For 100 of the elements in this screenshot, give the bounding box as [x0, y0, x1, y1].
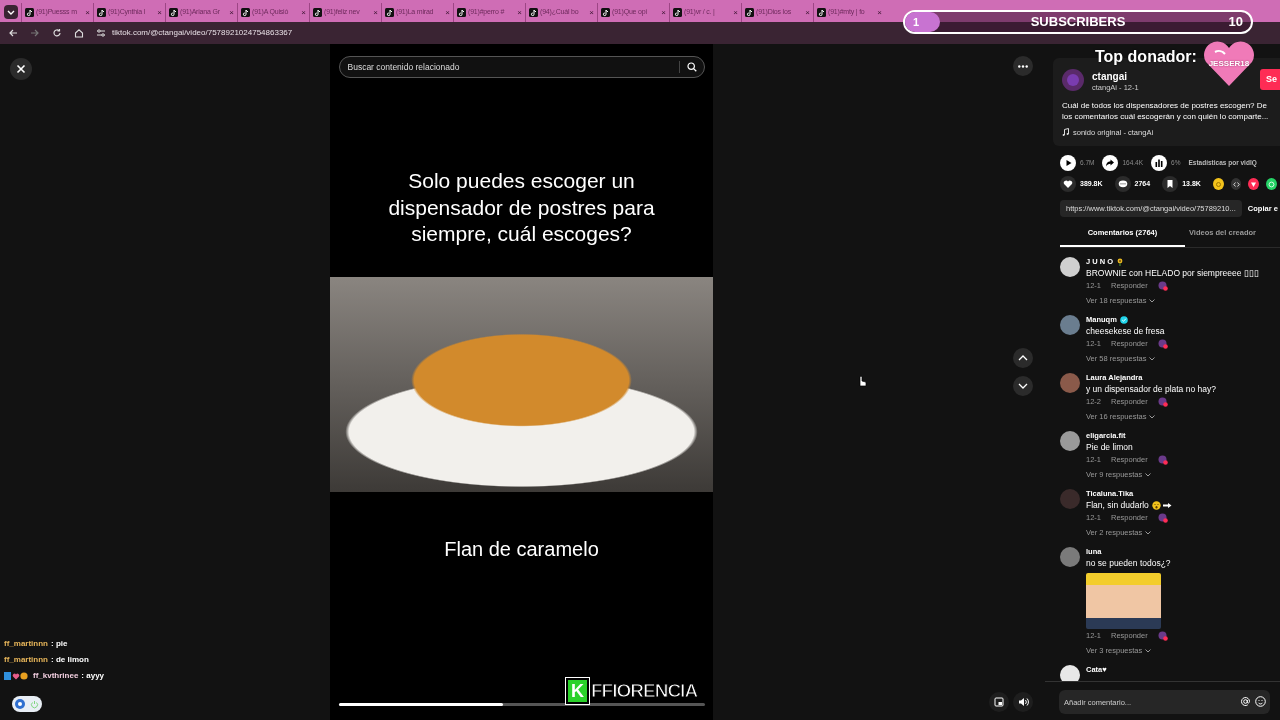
chevron-down-icon[interactable]: [7, 8, 15, 16]
heart-icon: [1063, 179, 1073, 190]
music-note-logo-icon: [97, 8, 106, 17]
share-target-button[interactable]: [1230, 178, 1242, 191]
donor-label: Top donador:: [1095, 47, 1197, 67]
badge-icon: [15, 699, 25, 709]
music-note-logo-icon: [529, 8, 538, 17]
close-tab-button[interactable]: ×: [517, 8, 522, 17]
chevron-down-icon: [1145, 530, 1152, 535]
search-icon[interactable]: [686, 62, 697, 72]
comment-button[interactable]: [1114, 176, 1131, 193]
more-icon: [1018, 64, 1028, 68]
avatar: [1060, 430, 1080, 451]
close-tab-button[interactable]: ×: [661, 8, 666, 17]
creator-like-icon: [1157, 631, 1168, 642]
close-tab-button[interactable]: ×: [589, 8, 594, 17]
donor-name: JESSER18: [1208, 58, 1250, 70]
music-note-logo-icon: [817, 8, 826, 17]
picture-in-picture-icon: [994, 697, 1004, 707]
phone-chat-icon: [1268, 180, 1276, 188]
close-icon: [16, 64, 26, 74]
description-line: los comentarios cuál escogerán y con quién lo comparte...: [1062, 112, 1270, 123]
comment-text: cheesekese de fresa: [1086, 324, 1165, 338]
close-tab-button[interactable]: ×: [373, 8, 378, 17]
music-note-logo-icon: [241, 8, 250, 17]
music-note-logo-icon: [601, 8, 610, 17]
share-button[interactable]: [1102, 155, 1119, 172]
like-button[interactable]: [1060, 176, 1076, 193]
creator-like-icon: [1157, 513, 1168, 524]
music-note-logo-icon: [25, 8, 34, 17]
close-tab-button[interactable]: ×: [805, 8, 810, 17]
chevron-down-icon: [1149, 356, 1156, 361]
extension-pill[interactable]: [12, 696, 42, 712]
address-text[interactable]: tiktok.com/@ctangai/video/7578921024754863367: [112, 27, 293, 39]
close-tab-button[interactable]: ×: [85, 8, 90, 17]
chevron-down-icon: [1145, 648, 1152, 653]
creator-like-icon: [1157, 397, 1168, 408]
bar-chart-icon: [1154, 158, 1165, 169]
comment-text: Flan, sin dudarlo: [1086, 498, 1149, 512]
goal-target: 10: [1228, 13, 1243, 32]
share-target-button[interactable]: [1248, 178, 1260, 191]
goal-label: SUBSCRIBERS: [1030, 13, 1126, 32]
volume-button[interactable]: [1013, 692, 1033, 712]
close-button[interactable]: [10, 58, 32, 80]
next-video-button[interactable]: [1013, 376, 1033, 396]
code-icon: [1232, 180, 1240, 188]
search-field[interactable]: Buscar contenido relacionado: [338, 56, 705, 78]
avatar: [1062, 68, 1084, 91]
avatar: [1060, 314, 1080, 335]
picture-in-picture-button[interactable]: [989, 692, 1009, 712]
emoji-icon[interactable]: [1255, 696, 1266, 707]
close-tab-button[interactable]: ×: [301, 8, 306, 17]
speech-bubble-icon: [1117, 179, 1128, 190]
play-button[interactable]: [1060, 155, 1076, 172]
music-note-logo-icon: [457, 8, 466, 17]
chat-username: ff_kvthrinee: [33, 670, 79, 682]
more-button[interactable]: [1013, 56, 1033, 76]
comment-text: no se pueden todos¿?: [1086, 556, 1171, 570]
close-tab-button[interactable]: ×: [157, 8, 162, 17]
goal-current: 1: [913, 14, 920, 30]
progress-track[interactable]: [338, 703, 705, 706]
close-tab-button[interactable]: ×: [445, 8, 450, 17]
close-tab-button[interactable]: ×: [877, 8, 882, 17]
chevron-down-icon: [1018, 383, 1028, 389]
chat-username: ff_martinnn: [4, 638, 48, 650]
statistics-button[interactable]: [1151, 155, 1168, 172]
avatar: [1060, 256, 1080, 277]
home-icon[interactable]: [74, 28, 84, 38]
video-caption: Flan de caramelo: [444, 537, 599, 562]
share-target-button[interactable]: [1212, 178, 1224, 191]
music-note-logo-icon: [745, 8, 754, 17]
avatar: [1060, 664, 1080, 681]
reload-icon[interactable]: [52, 28, 62, 38]
share-target-button[interactable]: [1266, 178, 1277, 191]
close-tab-button[interactable]: ×: [733, 8, 738, 17]
logo-text: FFIORENCIA: [591, 679, 698, 703]
creator-like-icon: [1157, 455, 1168, 466]
previous-video-button[interactable]: [1013, 348, 1033, 368]
bookmark-button[interactable]: [1162, 176, 1179, 193]
follow-button[interactable]: Se: [1260, 68, 1280, 91]
forward-icon[interactable]: [30, 28, 40, 38]
comment-text: Pie de limon: [1086, 440, 1133, 454]
creator-like-icon: [1157, 339, 1168, 350]
bookmark-icon: [1165, 179, 1176, 190]
coin-icon: [1214, 180, 1222, 188]
speaker-icon: [1017, 697, 1029, 707]
music-note-logo-icon: [385, 8, 394, 17]
comment-text: BROWNIE con HELADO por siempreeee ▯▯▯: [1086, 266, 1259, 280]
chat-message: : pie: [51, 638, 68, 650]
author-name: ctangai: [1092, 72, 1128, 82]
avatar: [1060, 372, 1080, 393]
chat-username: ff_martinnn: [4, 654, 48, 666]
site-settings-icon[interactable]: [96, 28, 106, 38]
description-line: Cuál de todos los dispensadores de postres escogen? De: [1062, 101, 1269, 113]
comment-text: y un dispensador de plata no hay?: [1086, 382, 1216, 396]
mention-icon[interactable]: [1240, 696, 1251, 707]
chevron-up-icon: [1018, 355, 1028, 361]
close-tab-button[interactable]: ×: [229, 8, 234, 17]
back-icon[interactable]: [8, 28, 18, 38]
chevron-down-icon: [1149, 298, 1156, 303]
